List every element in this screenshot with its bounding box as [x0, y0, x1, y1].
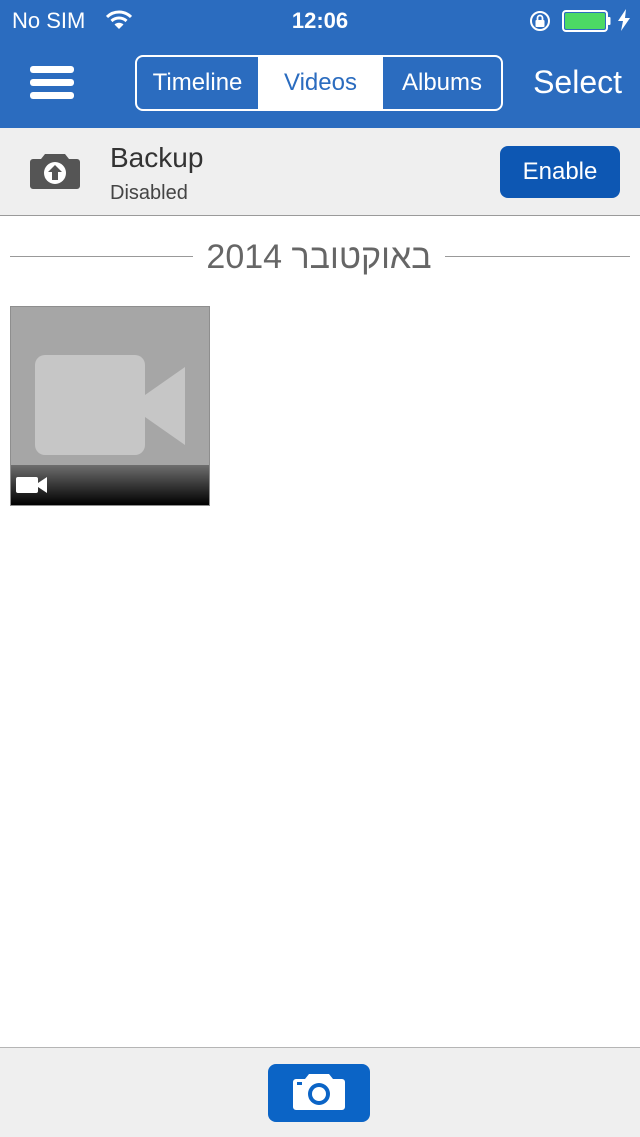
- hamburger-menu-icon[interactable]: [30, 66, 74, 100]
- charging-bolt-icon: [617, 9, 631, 36]
- status-bar: No SIM 12:06: [0, 0, 640, 40]
- tab-timeline[interactable]: Timeline: [137, 57, 258, 109]
- enable-backup-button[interactable]: Enable: [500, 146, 620, 198]
- divider-line: [445, 256, 630, 257]
- header-bar: No SIM 12:06 Timeline Videos Albums Sele…: [0, 0, 640, 128]
- section-date-title: באוקטובר 2014: [206, 238, 432, 276]
- backup-banner: Backup Disabled Enable: [0, 128, 640, 216]
- tab-albums[interactable]: Albums: [383, 57, 501, 109]
- tab-videos[interactable]: Videos: [258, 57, 383, 109]
- rotation-lock-icon: [528, 9, 552, 38]
- select-button[interactable]: Select: [533, 64, 622, 101]
- camera-button[interactable]: [268, 1064, 370, 1122]
- backup-title: Backup: [110, 142, 204, 173]
- bottom-toolbar: [0, 1047, 640, 1137]
- video-thumbnail[interactable]: [10, 306, 210, 506]
- battery-level-fill: [565, 13, 605, 29]
- camera-icon: [292, 1071, 346, 1116]
- video-camera-icon: [15, 475, 49, 500]
- view-segmented-control: Timeline Videos Albums: [135, 55, 503, 111]
- thumbnail-overlay: [11, 465, 209, 505]
- camera-upload-icon: [29, 150, 81, 195]
- backup-status: Disabled: [110, 182, 188, 204]
- video-placeholder-icon: [35, 355, 187, 460]
- section-header: באוקטובר 2014: [0, 232, 640, 282]
- divider-line: [10, 256, 193, 257]
- battery-icon: [562, 10, 612, 37]
